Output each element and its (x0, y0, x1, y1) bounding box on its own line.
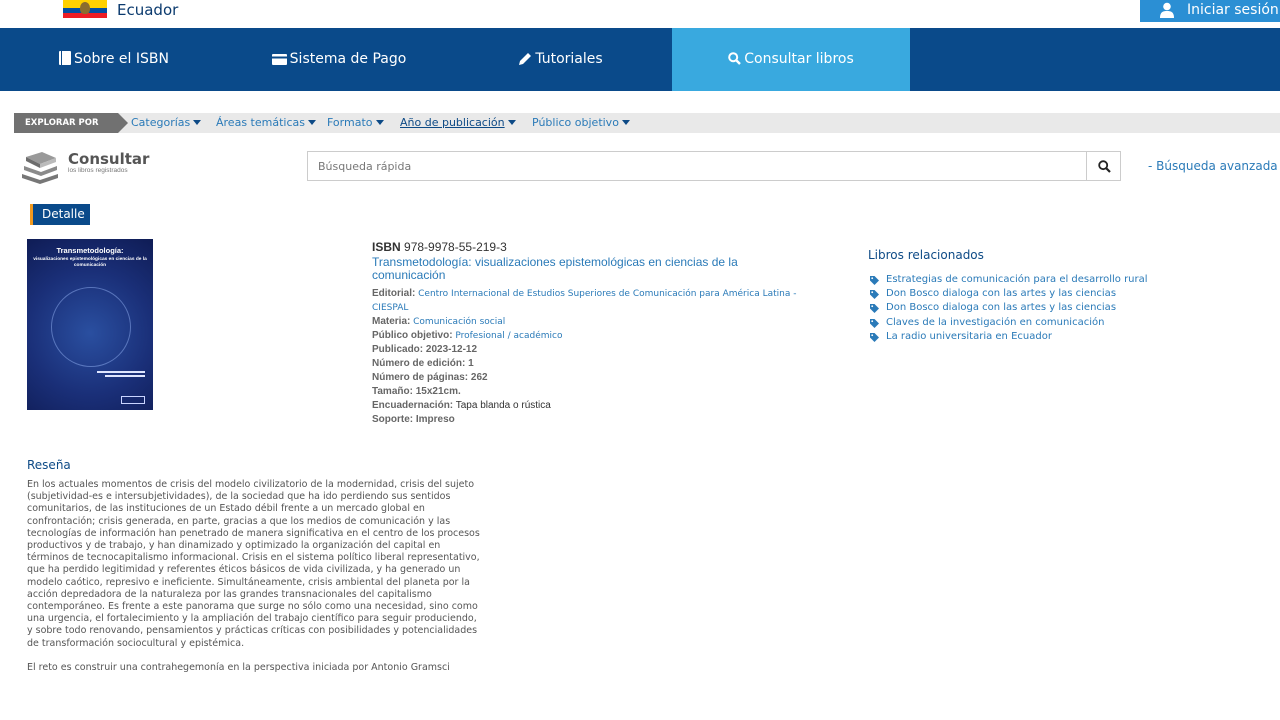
related-book-label: Estrategias de comunicación para el desa… (886, 274, 1148, 285)
encuadernacion-value: Tapa blanda o rústica (455, 400, 551, 411)
materia-row: Materia: Comunicación social (372, 315, 832, 329)
edicion-row: Número de edición: 1 (372, 358, 474, 369)
cover-subtitle: visualizaciones epistemológicas en cienc… (33, 257, 147, 268)
publicado-row: Publicado: 2023-12-12 (372, 344, 478, 355)
explore-link-categorias[interactable]: Categorías (131, 116, 202, 129)
explore-link-publico[interactable]: Público objetivo (532, 116, 630, 129)
soporte-row: Soporte: Impreso (372, 414, 455, 425)
field-label: Editorial: (372, 288, 416, 299)
user-icon (1160, 2, 1174, 18)
isbn-value: 978-9978-55-219-3 (404, 240, 507, 254)
paginas-row: Número de páginas: 262 (372, 372, 488, 383)
review-text: En los actuales momentos de crisis del m… (27, 479, 482, 686)
tag-icon (870, 332, 879, 342)
book-fields: Editorial: Centro Internacional de Estud… (372, 287, 832, 427)
explore-link-areas[interactable]: Áreas temáticas (216, 116, 316, 129)
detail-tab[interactable]: Detalle (30, 204, 90, 225)
related-book-item[interactable]: Don Bosco dialoga con las artes y las ci… (868, 287, 1208, 301)
explore-link-label: Público objetivo (532, 116, 619, 129)
caret-down-icon (307, 120, 316, 125)
related-book-label: Don Bosco dialoga con las artes y las ci… (886, 302, 1117, 314)
nav-label: Sistema de Pago (289, 51, 407, 67)
publico-link[interactable]: Profesional / académico (455, 331, 562, 341)
nav-label: Tutoriales (535, 51, 603, 67)
field-label: Materia: (372, 316, 411, 327)
book-cover-image[interactable]: Transmetodología: visualizaciones episte… (27, 239, 153, 410)
editorial-row: Editorial: Centro Internacional de Estud… (372, 287, 832, 315)
books-stack-icon (22, 152, 58, 184)
publisher-logo (121, 396, 145, 404)
cover-author-placeholder (85, 369, 145, 379)
related-book-item[interactable]: Don Bosco dialoga con las artes y las ci… (868, 301, 1208, 315)
explore-link-formato[interactable]: Formato (327, 116, 384, 129)
login-button[interactable]: Iniciar sesión (1140, 0, 1280, 22)
nav-item-sistema-pago[interactable]: Sistema de Pago (228, 28, 450, 91)
explore-link-anio[interactable]: Año de publicación (400, 116, 516, 129)
isbn-label: ISBN (372, 240, 401, 254)
caret-down-icon (375, 120, 384, 125)
encuadernacion-row: Encuadernación: Tapa blanda o rústica (372, 399, 832, 413)
consultar-logo[interactable]: Consultar los libros registrados (20, 150, 150, 186)
nav-item-sobre-isbn[interactable]: Sobre el ISBN (0, 28, 228, 91)
logo-subtitle: los libros registrados (68, 167, 128, 174)
related-book-label: Don Bosco dialoga con las artes y las ci… (886, 288, 1117, 300)
nav-label: Consultar libros (744, 51, 854, 67)
advanced-search-link[interactable]: - Búsqueda avanzada - (1148, 159, 1280, 173)
book-info: ISBN 978-9978-55-219-3 Transmetodología:… (372, 241, 832, 427)
caret-down-icon (621, 120, 630, 125)
related-book-label: Claves de la investigación en comunicaci… (886, 316, 1105, 328)
pencil-icon (519, 53, 532, 65)
explore-tag: EXPLORAR POR (14, 113, 128, 133)
editorial-link[interactable]: Centro Internacional de Estudios Superio… (372, 289, 796, 313)
nav-label: Sobre el ISBN (74, 51, 169, 67)
tag-icon (870, 318, 879, 328)
country-name: Ecuador (117, 1, 179, 19)
related-book-item[interactable]: Estrategias de comunicación para el desa… (868, 273, 1208, 287)
isbn-line: ISBN 978-9978-55-219-3 (372, 241, 832, 253)
credit-card-icon (271, 54, 287, 65)
explore-link-label: Año de publicación (400, 116, 505, 129)
related-book-item[interactable]: Claves de la investigación en comunicaci… (868, 316, 1208, 330)
nav-item-consultar-libros[interactable]: Consultar libros (672, 28, 910, 91)
cover-globe-graphic (51, 287, 131, 367)
search-icon (728, 52, 742, 65)
main-nav: Sobre el ISBN Sistema de Pago Tutoriales… (0, 28, 1280, 91)
field-label: Público objetivo: (372, 330, 453, 341)
related-title: Libros relacionados (868, 248, 984, 262)
tag-icon (870, 304, 879, 314)
related-books: Libros relacionados Estrategias de comun… (868, 248, 1208, 344)
review-title: Reseña (27, 458, 71, 472)
caret-down-icon (507, 120, 516, 125)
related-book-item[interactable]: La radio universitaria en Ecuador (868, 330, 1208, 344)
cover-title: Transmetodología: (56, 246, 124, 255)
explore-bar: EXPLORAR POR Categorías Áreas temáticas … (14, 113, 1280, 133)
search-icon (1098, 160, 1111, 173)
explore-link-label: Categorías (131, 116, 191, 129)
publico-row: Público objetivo: Profesional / académic… (372, 329, 832, 343)
tag-icon (870, 276, 879, 285)
top-bar: Ecuador Iniciar sesión (0, 0, 1280, 28)
related-book-label: La radio universitaria en Ecuador (886, 330, 1052, 342)
tamano-row: Tamaño: 15x21cm. (372, 386, 461, 397)
review-paragraph: En los actuales momentos de crisis del m… (27, 479, 480, 649)
tag-icon (870, 290, 879, 300)
explore-link-label: Formato (327, 116, 373, 129)
explore-link-label: Áreas temáticas (216, 116, 305, 129)
logo-title: Consultar (68, 150, 150, 168)
book-title[interactable]: Transmetodología: visualizaciones episte… (372, 256, 772, 281)
login-label: Iniciar sesión (1187, 2, 1279, 18)
book-icon (59, 51, 72, 65)
review-paragraph: El reto es construir una contrahegemonía… (27, 661, 450, 673)
ecuador-flag-icon (63, 0, 107, 18)
nav-item-tutoriales[interactable]: Tutoriales (450, 28, 672, 91)
quick-search-input[interactable] (307, 151, 1087, 181)
search-button[interactable] (1086, 151, 1121, 181)
materia-link[interactable]: Comunicación social (413, 317, 505, 327)
caret-down-icon (193, 120, 202, 125)
field-label: Encuadernación: (372, 400, 454, 411)
related-list: Estrategias de comunicación para el desa… (868, 273, 1208, 344)
